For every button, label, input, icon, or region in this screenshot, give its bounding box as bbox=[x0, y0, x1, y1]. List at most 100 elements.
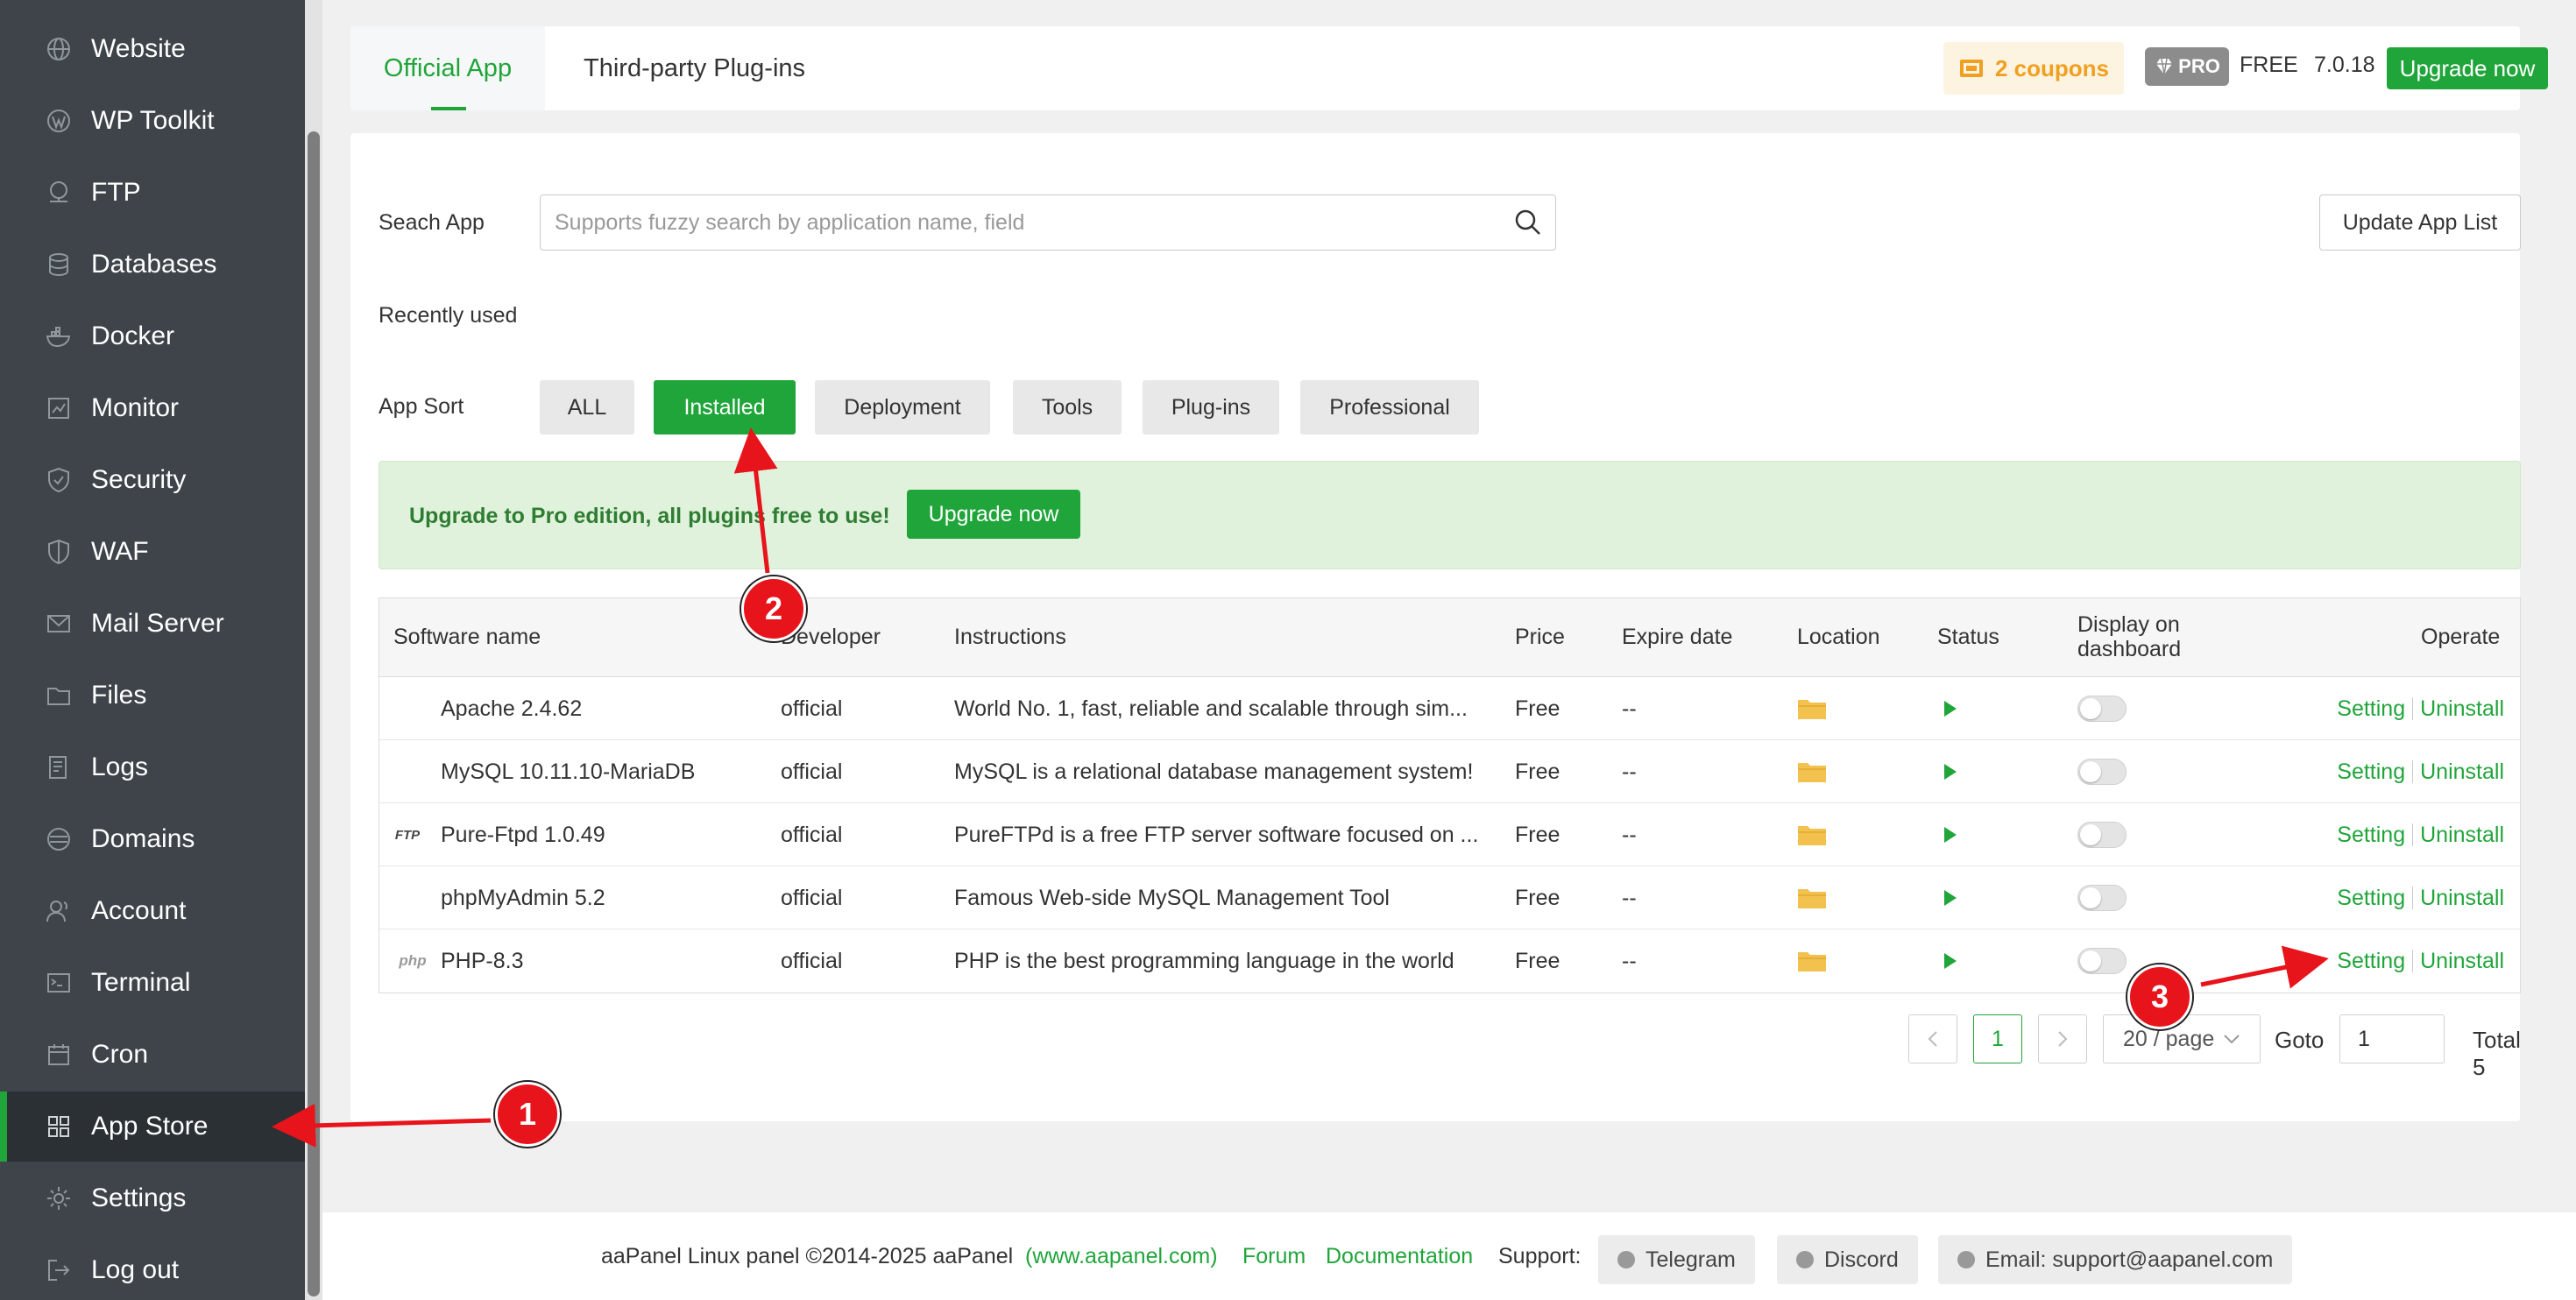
search-input[interactable] bbox=[541, 195, 1504, 250]
sidebar-item-security[interactable]: Security bbox=[0, 445, 305, 515]
uninstall-link[interactable]: Uninstall bbox=[2420, 949, 2504, 974]
logout-icon bbox=[44, 1255, 74, 1285]
status-running-indicator[interactable] bbox=[1943, 677, 1978, 740]
status-running-indicator[interactable] bbox=[1943, 866, 1978, 929]
sidebar-item-cron[interactable]: Cron bbox=[0, 1020, 305, 1090]
mysql-dolphin-icon bbox=[395, 760, 420, 784]
dashboard-toggle[interactable] bbox=[2077, 866, 2148, 929]
status-running-indicator[interactable] bbox=[1943, 929, 1978, 993]
toggle-switch[interactable] bbox=[2077, 948, 2127, 974]
expire-date: -- bbox=[1622, 948, 1637, 973]
location-folder-button[interactable] bbox=[1797, 803, 1850, 866]
software-name[interactable]: phpMyAdmin 5.2 bbox=[441, 866, 774, 929]
table-row: phpMyAdmin 5.2 official Famous Web-side My… bbox=[379, 866, 2520, 929]
divider bbox=[2412, 950, 2414, 972]
toggle-switch[interactable] bbox=[2077, 822, 2127, 848]
sidebar-item-label: WAF bbox=[91, 537, 149, 566]
expire-date: -- bbox=[1622, 885, 1637, 910]
developer: official bbox=[781, 822, 843, 847]
tab-official-app[interactable]: Official App bbox=[350, 26, 545, 110]
software-name[interactable]: Apache 2.4.62 bbox=[441, 677, 774, 740]
pro-badge[interactable]: PRO bbox=[2145, 47, 2229, 86]
annotation-marker-1: 1 bbox=[495, 1082, 560, 1147]
toggle-switch[interactable] bbox=[2077, 759, 2127, 785]
next-page-button[interactable] bbox=[2038, 1014, 2087, 1063]
sort-tools-button[interactable]: Tools bbox=[1013, 380, 1122, 435]
sidebar-item-app-store[interactable]: App Store bbox=[0, 1092, 305, 1162]
sidebar-item-waf[interactable]: WAF bbox=[0, 517, 305, 587]
sidebar-item-account[interactable]: Account bbox=[0, 876, 305, 946]
play-icon bbox=[1944, 953, 1957, 969]
software-name[interactable]: MySQL 10.11.10-MariaDB bbox=[441, 740, 774, 803]
email-support-button[interactable]: Email: support@aapanel.com bbox=[1938, 1235, 2293, 1284]
instructions: PureFTPd is a free FTP server software f… bbox=[954, 822, 1479, 847]
goto-input[interactable]: 1 bbox=[2339, 1014, 2445, 1063]
prev-page-button[interactable] bbox=[1908, 1014, 1957, 1063]
sidebar-item-files[interactable]: Files bbox=[0, 661, 305, 731]
status-running-indicator[interactable] bbox=[1943, 803, 1978, 866]
toggle-switch[interactable] bbox=[2077, 696, 2127, 722]
footer-forum-link[interactable]: Forum bbox=[1242, 1244, 1306, 1269]
uninstall-link[interactable]: Uninstall bbox=[2420, 886, 2504, 911]
setting-link[interactable]: Setting bbox=[2337, 949, 2405, 974]
sort-installed-button[interactable]: Installed bbox=[654, 380, 796, 435]
sidebar-item-domains[interactable]: Domains bbox=[0, 804, 305, 874]
sidebar-item-logs[interactable]: Logs bbox=[0, 732, 305, 802]
sort-all-button[interactable]: ALL bbox=[540, 380, 634, 435]
setting-link[interactable]: Setting bbox=[2337, 823, 2405, 848]
status-running-indicator[interactable] bbox=[1943, 740, 1978, 803]
search-icon[interactable] bbox=[1513, 208, 1543, 237]
location-folder-button[interactable] bbox=[1797, 677, 1850, 740]
sidebar-scrollbar[interactable] bbox=[305, 0, 322, 1300]
scrollbar-thumb[interactable] bbox=[308, 131, 320, 1296]
sidebar-item-monitor[interactable]: Monitor bbox=[0, 373, 305, 443]
dashboard-toggle[interactable] bbox=[2077, 677, 2148, 740]
dashboard-toggle[interactable] bbox=[2077, 803, 2148, 866]
telegram-button[interactable]: Telegram bbox=[1598, 1235, 1755, 1284]
update-app-list-button[interactable]: Update App List bbox=[2319, 194, 2521, 251]
toggle-knob bbox=[2080, 824, 2101, 845]
uninstall-link[interactable]: Uninstall bbox=[2420, 823, 2504, 848]
table-row: FTP Pure-Ftpd 1.0.49 official PureFTPd is a… bbox=[379, 803, 2520, 866]
footer-site-link[interactable]: (www.aapanel.com) bbox=[1025, 1244, 1218, 1269]
footer-copyright: aaPanel Linux panel ©2014-2025 aaPanel bbox=[601, 1244, 1014, 1268]
ftp-icon bbox=[44, 178, 74, 208]
setting-link[interactable]: Setting bbox=[2337, 696, 2405, 722]
sidebar-item-docker[interactable]: Docker bbox=[0, 301, 305, 371]
upgrade-now-button[interactable]: Upgrade now bbox=[2387, 47, 2548, 89]
sidebar-item-website[interactable]: Website bbox=[0, 14, 305, 84]
sort-plugins-button[interactable]: Plug-ins bbox=[1143, 380, 1279, 435]
operate-actions: Setting Uninstall bbox=[2337, 929, 2504, 993]
sidebar-item-settings[interactable]: Settings bbox=[0, 1163, 305, 1233]
sort-professional-button[interactable]: Professional bbox=[1300, 380, 1479, 435]
sidebar-item-databases[interactable]: Databases bbox=[0, 230, 305, 300]
location-folder-button[interactable] bbox=[1797, 740, 1850, 803]
location-folder-button[interactable] bbox=[1797, 866, 1850, 929]
monitor-icon bbox=[44, 393, 74, 423]
sidebar-item-label: Databases bbox=[91, 250, 217, 279]
tab-third-party-plugins[interactable]: Third-party Plug-ins bbox=[584, 26, 805, 110]
sidebar-item-mail-server[interactable]: Mail Server bbox=[0, 589, 305, 659]
uninstall-link[interactable]: Uninstall bbox=[2420, 760, 2504, 785]
page-1-button[interactable]: 1 bbox=[1973, 1014, 2022, 1063]
location-folder-button[interactable] bbox=[1797, 929, 1850, 993]
sidebar-item-terminal[interactable]: Terminal bbox=[0, 948, 305, 1018]
uninstall-link[interactable]: Uninstall bbox=[2420, 696, 2504, 722]
promo-upgrade-button[interactable]: Upgrade now bbox=[907, 490, 1080, 539]
software-name[interactable]: Pure-Ftpd 1.0.49 bbox=[441, 803, 774, 866]
coupons-button[interactable]: 2 coupons bbox=[1943, 42, 2124, 95]
page-size-select[interactable]: 20 / page bbox=[2103, 1014, 2261, 1063]
table-header: Software name Developer Instructions Pri… bbox=[379, 598, 2520, 677]
toggle-knob bbox=[2080, 887, 2101, 908]
setting-link[interactable]: Setting bbox=[2337, 886, 2405, 911]
toggle-switch[interactable] bbox=[2077, 885, 2127, 911]
sidebar-item-wp-toolkit[interactable]: WP Toolkit bbox=[0, 86, 305, 156]
discord-button[interactable]: Discord bbox=[1777, 1235, 1918, 1284]
software-name[interactable]: PHP-8.3 bbox=[441, 929, 774, 993]
setting-link[interactable]: Setting bbox=[2337, 760, 2405, 785]
sort-deployment-button[interactable]: Deployment bbox=[815, 380, 990, 435]
footer-docs-link[interactable]: Documentation bbox=[1326, 1244, 1473, 1269]
sidebar-item-ftp[interactable]: FTP bbox=[0, 158, 305, 228]
sidebar-item-log-out[interactable]: Log out bbox=[0, 1235, 305, 1300]
dashboard-toggle[interactable] bbox=[2077, 740, 2148, 803]
